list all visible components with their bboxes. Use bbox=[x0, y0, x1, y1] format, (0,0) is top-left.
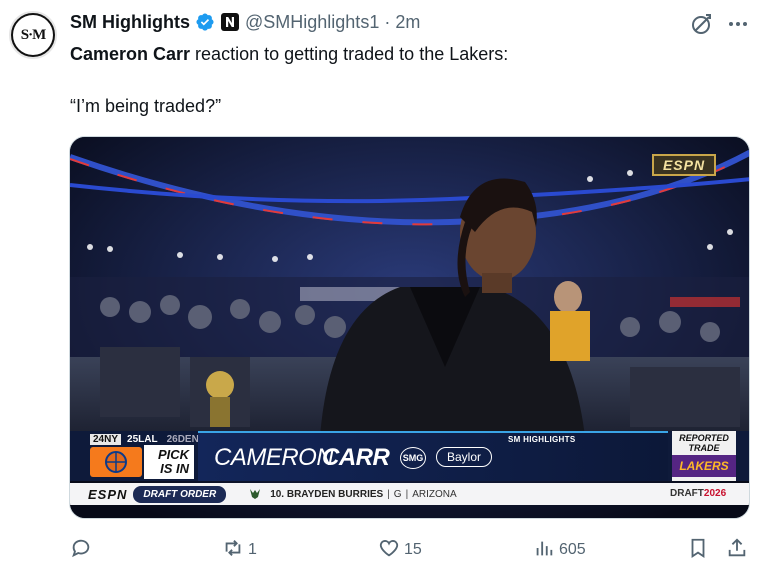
knicks-logo-icon bbox=[90, 447, 142, 477]
ticker-label: DRAFT ORDER bbox=[133, 485, 227, 503]
reply-button[interactable] bbox=[70, 536, 96, 564]
school-badge: Baylor bbox=[436, 447, 493, 467]
tweet-text-name: Cameron Carr bbox=[70, 44, 191, 64]
pick-24: 24NY bbox=[90, 434, 122, 445]
player-first-name: CAMERON bbox=[214, 444, 334, 471]
lakers-logo: LAKERS bbox=[672, 455, 736, 477]
like-button[interactable]: 15 bbox=[378, 536, 422, 564]
repost-button[interactable]: 1 bbox=[222, 536, 257, 564]
player-last-name: CARR bbox=[322, 444, 390, 471]
tweet-video[interactable]: ESPN 24NY 25LAL 26DEN PICK IS IN SM HIGH… bbox=[69, 136, 750, 519]
ticker-position: G bbox=[393, 488, 402, 500]
bookmark-button[interactable] bbox=[687, 536, 709, 564]
handle[interactable]: @SMHighlights1 bbox=[245, 12, 379, 33]
pick-status: PICK IS IN bbox=[144, 445, 194, 479]
overlay-tag: SM HIGHLIGHTS bbox=[508, 435, 576, 444]
pick-26: 26DEN bbox=[166, 434, 199, 445]
ticker-school: ARIZONA bbox=[412, 488, 457, 500]
smg-logo: SMG bbox=[400, 447, 426, 469]
separator-dot: · bbox=[384, 11, 391, 32]
views-chart-icon bbox=[533, 537, 555, 564]
share-icon bbox=[726, 537, 748, 564]
views-button[interactable]: 605 bbox=[533, 536, 586, 564]
avatar-logo: S·M bbox=[13, 15, 53, 55]
heart-icon bbox=[378, 537, 400, 564]
timestamp[interactable]: 2m bbox=[395, 12, 420, 33]
repost-icon bbox=[222, 537, 244, 564]
view-count: 605 bbox=[559, 541, 586, 558]
tweet-header: SM Highlights @SMHighlights1 · 2m bbox=[70, 10, 420, 34]
display-name[interactable]: SM Highlights bbox=[70, 12, 190, 33]
draft-logo: DRAFT2026 bbox=[670, 488, 727, 499]
like-count: 15 bbox=[404, 541, 422, 558]
avatar[interactable]: S·M bbox=[9, 11, 57, 59]
tweet-quote: “I’m being traded?” bbox=[70, 96, 222, 116]
draft-ticker: ESPN DRAFT ORDER 10. BRAYDEN BURRIES | G… bbox=[70, 483, 749, 505]
tweet-text: Cameron Carr reaction to getting traded … bbox=[70, 42, 750, 66]
grok-icon[interactable] bbox=[690, 12, 714, 41]
repost-count: 1 bbox=[248, 541, 257, 558]
ticker-sep: | bbox=[405, 488, 409, 500]
pick-strip: 24NY 25LAL 26DEN bbox=[90, 434, 202, 445]
lower-third: 24NY 25LAL 26DEN PICK IS IN SM HIGHLIGHT… bbox=[70, 431, 749, 481]
share-button[interactable] bbox=[726, 536, 748, 564]
verified-badge-icon[interactable] bbox=[195, 12, 215, 32]
ticker-sep: | bbox=[387, 488, 390, 500]
more-options-icon[interactable] bbox=[726, 12, 750, 41]
pick-25: 25LAL bbox=[127, 434, 158, 445]
bucks-logo-icon bbox=[248, 487, 262, 501]
ticker-network: ESPN bbox=[88, 486, 128, 502]
reply-icon bbox=[70, 537, 92, 564]
action-bar: 1 15 605 bbox=[0, 536, 764, 564]
affiliate-badge-icon[interactable] bbox=[221, 13, 239, 31]
tweet-text-body: reaction to getting traded to the Lakers… bbox=[190, 44, 509, 64]
ticker-pick: 10. BRAYDEN BURRIES bbox=[270, 488, 384, 500]
espn-bug-logo: ESPN bbox=[652, 154, 716, 176]
bookmark-icon bbox=[687, 537, 709, 564]
